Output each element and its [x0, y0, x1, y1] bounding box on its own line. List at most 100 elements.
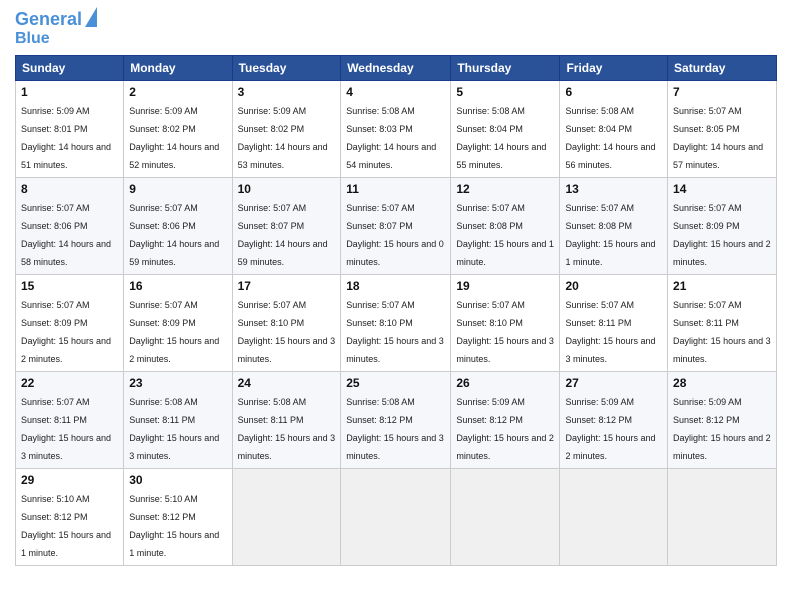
day-details: Sunrise: 5:07 AMSunset: 8:10 PMDaylight:… — [346, 300, 444, 364]
day-number: 20 — [565, 279, 662, 293]
day-details: Sunrise: 5:07 AMSunset: 8:08 PMDaylight:… — [456, 203, 554, 267]
logo-text: General — [15, 10, 82, 30]
calendar-cell — [560, 469, 668, 566]
day-details: Sunrise: 5:09 AMSunset: 8:02 PMDaylight:… — [129, 106, 219, 170]
calendar-cell: 6 Sunrise: 5:08 AMSunset: 8:04 PMDaylight… — [560, 81, 668, 178]
calendar-cell: 16 Sunrise: 5:07 AMSunset: 8:09 PMDayligh… — [124, 275, 232, 372]
day-details: Sunrise: 5:07 AMSunset: 8:06 PMDaylight:… — [129, 203, 219, 267]
day-number: 18 — [346, 279, 445, 293]
calendar-row-2: 8 Sunrise: 5:07 AMSunset: 8:06 PMDaylight… — [16, 178, 777, 275]
calendar-cell: 7 Sunrise: 5:07 AMSunset: 8:05 PMDaylight… — [668, 81, 777, 178]
day-number: 17 — [238, 279, 336, 293]
day-number: 13 — [565, 182, 662, 196]
page: General Blue SundayMondayTuesdayWednesda… — [0, 0, 792, 612]
calendar-row-3: 15 Sunrise: 5:07 AMSunset: 8:09 PMDayligh… — [16, 275, 777, 372]
calendar-cell: 21Sunrise: 5:07 AMSunset: 8:11 PMDayligh… — [668, 275, 777, 372]
calendar-cell: 24Sunrise: 5:08 AMSunset: 8:11 PMDayligh… — [232, 372, 341, 469]
day-details: Sunrise: 5:07 AMSunset: 8:07 PMDaylight:… — [238, 203, 328, 267]
col-header-thursday: Thursday — [451, 56, 560, 81]
day-number: 24 — [238, 376, 336, 390]
calendar-cell: 2 Sunrise: 5:09 AMSunset: 8:02 PMDaylight… — [124, 81, 232, 178]
day-number: 30 — [129, 473, 226, 487]
day-details: Sunrise: 5:09 AMSunset: 8:12 PMDaylight:… — [456, 397, 554, 461]
calendar-row-4: 22 Sunrise: 5:07 AMSunset: 8:11 PMDayligh… — [16, 372, 777, 469]
day-number: 3 — [238, 85, 336, 99]
day-number: 22 — [21, 376, 118, 390]
col-header-sunday: Sunday — [16, 56, 124, 81]
calendar-cell: 18 Sunrise: 5:07 AMSunset: 8:10 PMDayligh… — [341, 275, 451, 372]
col-header-tuesday: Tuesday — [232, 56, 341, 81]
logo: General Blue — [15, 10, 97, 47]
calendar-cell: 27Sunrise: 5:09 AMSunset: 8:12 PMDayligh… — [560, 372, 668, 469]
day-number: 28 — [673, 376, 771, 390]
calendar-cell — [232, 469, 341, 566]
calendar-cell: 23 Sunrise: 5:08 AMSunset: 8:11 PMDayligh… — [124, 372, 232, 469]
col-header-saturday: Saturday — [668, 56, 777, 81]
day-details: Sunrise: 5:07 AMSunset: 8:06 PMDaylight:… — [21, 203, 111, 267]
day-details: Sunrise: 5:09 AMSunset: 8:02 PMDaylight:… — [238, 106, 328, 170]
calendar-cell — [451, 469, 560, 566]
day-number: 29 — [21, 473, 118, 487]
day-number: 11 — [346, 182, 445, 196]
day-details: Sunrise: 5:08 AMSunset: 8:11 PMDaylight:… — [129, 397, 219, 461]
day-details: Sunrise: 5:07 AMSunset: 8:07 PMDaylight:… — [346, 203, 444, 267]
header: General Blue — [15, 10, 777, 47]
calendar-cell — [668, 469, 777, 566]
calendar-cell: 3 Sunrise: 5:09 AMSunset: 8:02 PMDaylight… — [232, 81, 341, 178]
calendar-row-1: 1 Sunrise: 5:09 AMSunset: 8:01 PMDaylight… — [16, 81, 777, 178]
day-number: 14 — [673, 182, 771, 196]
calendar-cell: 5Sunrise: 5:08 AMSunset: 8:04 PMDaylight… — [451, 81, 560, 178]
day-details: Sunrise: 5:10 AMSunset: 8:12 PMDaylight:… — [129, 494, 219, 558]
day-number: 12 — [456, 182, 554, 196]
calendar-cell: 28 Sunrise: 5:09 AMSunset: 8:12 PMDayligh… — [668, 372, 777, 469]
calendar-cell: 10 Sunrise: 5:07 AMSunset: 8:07 PMDayligh… — [232, 178, 341, 275]
calendar-cell: 25 Sunrise: 5:08 AMSunset: 8:12 PMDayligh… — [341, 372, 451, 469]
col-header-friday: Friday — [560, 56, 668, 81]
calendar-cell: 14 Sunrise: 5:07 AMSunset: 8:09 PMDayligh… — [668, 178, 777, 275]
day-details: Sunrise: 5:07 AMSunset: 8:10 PMDaylight:… — [456, 300, 554, 364]
day-details: Sunrise: 5:07 AMSunset: 8:09 PMDaylight:… — [673, 203, 771, 267]
day-details: Sunrise: 5:07 AMSunset: 8:08 PMDaylight:… — [565, 203, 655, 267]
calendar-row-5: 29 Sunrise: 5:10 AMSunset: 8:12 PMDayligh… — [16, 469, 777, 566]
calendar-cell: 19 Sunrise: 5:07 AMSunset: 8:10 PMDayligh… — [451, 275, 560, 372]
day-details: Sunrise: 5:07 AMSunset: 8:10 PMDaylight:… — [238, 300, 336, 364]
calendar-cell: 20Sunrise: 5:07 AMSunset: 8:11 PMDayligh… — [560, 275, 668, 372]
day-details: Sunrise: 5:07 AMSunset: 8:11 PMDaylight:… — [673, 300, 771, 364]
day-details: Sunrise: 5:07 AMSunset: 8:11 PMDaylight:… — [21, 397, 111, 461]
day-details: Sunrise: 5:09 AMSunset: 8:12 PMDaylight:… — [565, 397, 655, 461]
day-details: Sunrise: 5:07 AMSunset: 8:09 PMDaylight:… — [129, 300, 219, 364]
calendar-cell — [341, 469, 451, 566]
calendar-cell: 9Sunrise: 5:07 AMSunset: 8:06 PMDaylight… — [124, 178, 232, 275]
day-details: Sunrise: 5:08 AMSunset: 8:04 PMDaylight:… — [565, 106, 655, 170]
day-number: 6 — [565, 85, 662, 99]
day-number: 10 — [238, 182, 336, 196]
calendar: SundayMondayTuesdayWednesdayThursdayFrid… — [15, 55, 777, 566]
calendar-cell: 4Sunrise: 5:08 AMSunset: 8:03 PMDaylight… — [341, 81, 451, 178]
day-number: 5 — [456, 85, 554, 99]
day-number: 8 — [21, 182, 118, 196]
day-details: Sunrise: 5:09 AMSunset: 8:12 PMDaylight:… — [673, 397, 771, 461]
day-details: Sunrise: 5:08 AMSunset: 8:03 PMDaylight:… — [346, 106, 436, 170]
day-details: Sunrise: 5:10 AMSunset: 8:12 PMDaylight:… — [21, 494, 111, 558]
day-number: 25 — [346, 376, 445, 390]
day-number: 16 — [129, 279, 226, 293]
day-number: 1 — [21, 85, 118, 99]
day-number: 7 — [673, 85, 771, 99]
day-number: 23 — [129, 376, 226, 390]
col-header-monday: Monday — [124, 56, 232, 81]
calendar-cell: 1 Sunrise: 5:09 AMSunset: 8:01 PMDaylight… — [16, 81, 124, 178]
day-details: Sunrise: 5:08 AMSunset: 8:12 PMDaylight:… — [346, 397, 444, 461]
calendar-cell: 8 Sunrise: 5:07 AMSunset: 8:06 PMDaylight… — [16, 178, 124, 275]
logo-triangle-icon — [85, 7, 97, 27]
day-number: 15 — [21, 279, 118, 293]
day-number: 26 — [456, 376, 554, 390]
day-details: Sunrise: 5:09 AMSunset: 8:01 PMDaylight:… — [21, 106, 111, 170]
calendar-cell: 17 Sunrise: 5:07 AMSunset: 8:10 PMDayligh… — [232, 275, 341, 372]
calendar-cell: 12 Sunrise: 5:07 AMSunset: 8:08 PMDayligh… — [451, 178, 560, 275]
day-details: Sunrise: 5:07 AMSunset: 8:05 PMDaylight:… — [673, 106, 763, 170]
day-number: 19 — [456, 279, 554, 293]
calendar-cell: 22 Sunrise: 5:07 AMSunset: 8:11 PMDayligh… — [16, 372, 124, 469]
day-number: 2 — [129, 85, 226, 99]
col-header-wednesday: Wednesday — [341, 56, 451, 81]
calendar-cell: 15Sunrise: 5:07 AMSunset: 8:09 PMDayligh… — [16, 275, 124, 372]
